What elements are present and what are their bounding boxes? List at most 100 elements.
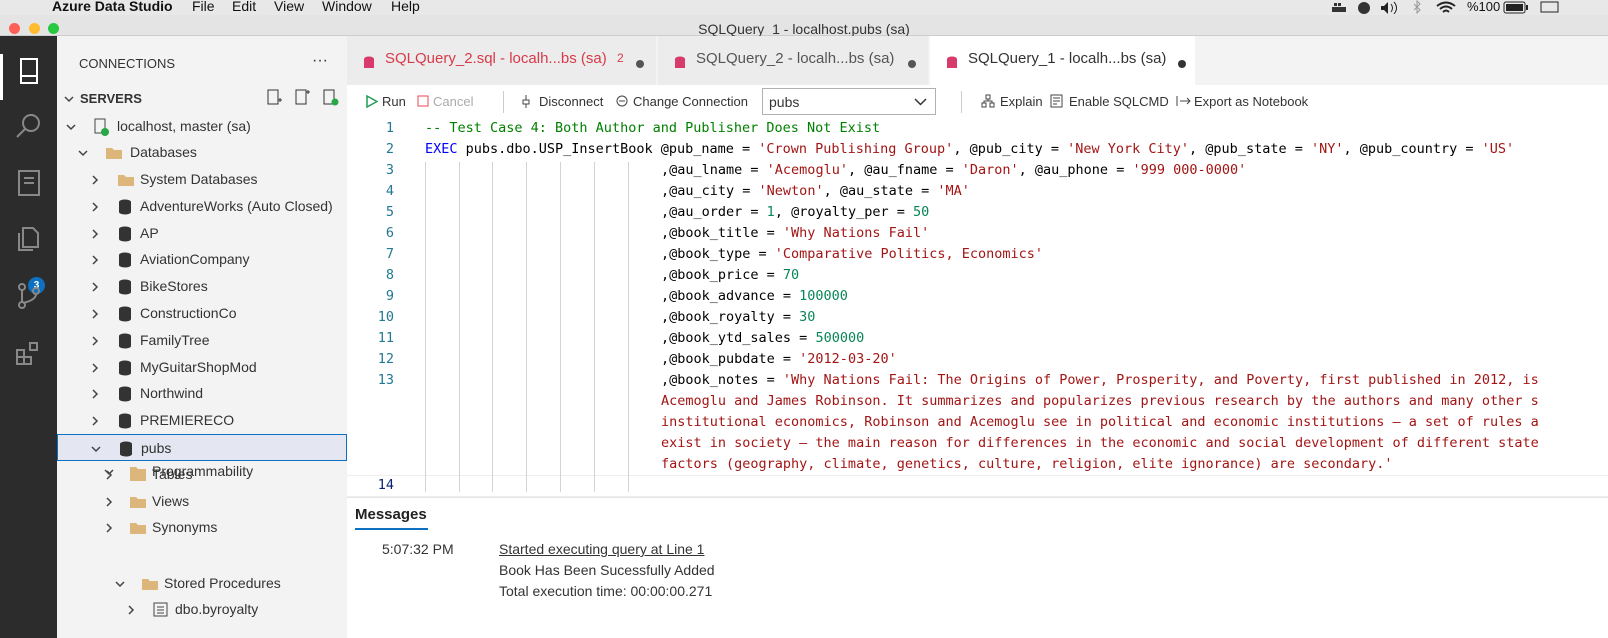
database-icon bbox=[119, 386, 131, 402]
database-file-icon bbox=[364, 56, 374, 68]
database-node[interactable]: AviationCompany bbox=[57, 246, 347, 273]
change-connection-icon[interactable] bbox=[615, 94, 629, 108]
chevron-right-icon[interactable] bbox=[89, 308, 101, 320]
chevron-right-icon[interactable] bbox=[89, 415, 101, 427]
explorer-icon[interactable] bbox=[14, 224, 44, 254]
battery-icon[interactable] bbox=[1503, 1, 1529, 14]
unsaved-dot-icon[interactable] bbox=[1178, 60, 1186, 68]
connections-icon[interactable] bbox=[14, 56, 44, 86]
database-node[interactable]: MyGuitarShopMod bbox=[57, 354, 347, 381]
menu-edit[interactable]: Edit bbox=[232, 0, 256, 14]
database-file-icon bbox=[947, 56, 957, 68]
run-button[interactable]: Run bbox=[382, 94, 406, 109]
source-control-icon[interactable] bbox=[14, 281, 44, 311]
menu-view[interactable]: View bbox=[274, 0, 304, 14]
chevron-right-icon[interactable] bbox=[103, 522, 115, 534]
chevron-right-icon[interactable] bbox=[89, 174, 101, 186]
unsaved-dot-icon[interactable] bbox=[908, 60, 916, 68]
chevron-down-icon[interactable] bbox=[63, 93, 75, 105]
servers-header[interactable]: SERVERS bbox=[80, 91, 142, 106]
tab-sqlquery-2-sql[interactable]: SQLQuery_2.sql - localh...bs (sa) 2 bbox=[347, 36, 657, 85]
chevron-down-icon[interactable] bbox=[103, 466, 115, 478]
database-select[interactable]: pubs bbox=[762, 88, 936, 115]
export-icon[interactable] bbox=[1176, 95, 1192, 107]
code-editor[interactable]: 1 2 3 4 5 6 7 8 9 10 11 12 13 14 -- Test Case 4: Both… bbox=[347, 118, 1608, 497]
more-actions-button[interactable]: ··· bbox=[312, 52, 328, 70]
menu-file[interactable]: File bbox=[192, 0, 215, 14]
programmability-label: Programmability bbox=[152, 463, 254, 479]
disconnect-icon[interactable] bbox=[520, 94, 532, 109]
database-label: BikeStores bbox=[140, 278, 208, 295]
disconnect-button[interactable]: Disconnect bbox=[539, 94, 603, 109]
search-icon[interactable] bbox=[14, 111, 44, 141]
folder-icon bbox=[118, 175, 134, 186]
database-node[interactable]: AP bbox=[57, 220, 347, 247]
tab-sqlquery-2[interactable]: SQLQuery_2 - localh...bs (sa) bbox=[658, 36, 929, 85]
database-node[interactable]: PREMIERECO bbox=[57, 407, 347, 434]
database-icon bbox=[119, 199, 131, 215]
unsaved-dot-icon[interactable] bbox=[636, 60, 644, 68]
menu-window[interactable]: Window bbox=[322, 0, 372, 14]
bluetooth-icon[interactable] bbox=[1412, 0, 1422, 14]
explain-button[interactable]: Explain bbox=[1000, 94, 1043, 109]
stored-procedures-node[interactable]: Stored Procedures bbox=[57, 570, 347, 597]
code-line: ,@book_notes = 'Why Nations Fail: The Or… bbox=[661, 372, 1539, 388]
export-notebook-button[interactable]: Export as Notebook bbox=[1194, 94, 1308, 109]
docker-icon[interactable] bbox=[1330, 1, 1350, 14]
database-node[interactable]: pubs bbox=[57, 434, 347, 461]
run-icon[interactable] bbox=[366, 95, 378, 108]
pubs-child-node[interactable]: Synonyms bbox=[57, 514, 347, 541]
message-exec-time: Total execution time: 00:00:00.271 bbox=[499, 583, 713, 599]
wifi-icon[interactable] bbox=[1436, 1, 1456, 14]
evernote-icon[interactable] bbox=[1356, 1, 1372, 14]
cancel-icon[interactable] bbox=[417, 95, 429, 107]
chevron-right-icon[interactable] bbox=[89, 201, 101, 213]
database-node[interactable]: BikeStores bbox=[57, 273, 347, 300]
screen-mirror-icon[interactable] bbox=[1540, 1, 1560, 14]
database-node[interactable]: System Databases bbox=[57, 166, 347, 193]
notebook-icon[interactable] bbox=[14, 168, 44, 198]
menu-help[interactable]: Help bbox=[391, 0, 420, 14]
cancel-button[interactable]: Cancel bbox=[433, 94, 473, 109]
enable-sqlcmd-button[interactable]: Enable SQLCMD bbox=[1069, 94, 1169, 109]
explain-icon[interactable] bbox=[981, 94, 995, 108]
new-connection-icon[interactable] bbox=[265, 88, 283, 106]
procedure-node[interactable]: dbo.byroyalty bbox=[57, 596, 347, 623]
app-menu[interactable]: Azure Data Studio bbox=[52, 0, 173, 14]
programmability-node[interactable]: Programmability bbox=[57, 458, 347, 485]
chevron-down-icon[interactable] bbox=[114, 578, 126, 590]
chevron-down-icon[interactable] bbox=[65, 121, 77, 133]
active-connections-icon[interactable] bbox=[321, 88, 339, 106]
tab-sqlquery-1[interactable]: SQLQuery_1 - localh...bs (sa) bbox=[930, 36, 1196, 85]
folder-icon bbox=[142, 579, 158, 590]
chevron-down-icon[interactable] bbox=[90, 443, 102, 455]
sqlcmd-icon[interactable] bbox=[1050, 94, 1063, 108]
chevron-right-icon[interactable] bbox=[89, 335, 101, 347]
chevron-right-icon[interactable] bbox=[89, 254, 101, 266]
database-node[interactable]: FamilyTree bbox=[57, 327, 347, 354]
chevron-right-icon[interactable] bbox=[89, 228, 101, 240]
chevron-right-icon[interactable] bbox=[89, 362, 101, 374]
volume-icon[interactable] bbox=[1380, 1, 1400, 14]
chevron-right-icon[interactable] bbox=[103, 496, 115, 508]
message-link[interactable]: Started executing query at Line 1 bbox=[499, 541, 704, 557]
server-node[interactable]: localhost, master (sa) bbox=[57, 113, 347, 140]
database-node[interactable]: AdventureWorks (Auto Closed) bbox=[57, 193, 347, 220]
new-server-group-icon[interactable] bbox=[293, 88, 311, 106]
chevron-right-icon[interactable] bbox=[89, 281, 101, 293]
messages-tab[interactable]: Messages bbox=[355, 506, 427, 523]
databases-node[interactable]: Databases bbox=[57, 139, 347, 166]
database-node[interactable]: Northwind bbox=[57, 380, 347, 407]
chevron-right-icon[interactable] bbox=[125, 604, 137, 616]
line-number: 6 bbox=[385, 225, 394, 241]
database-node[interactable]: ConstructionCo bbox=[57, 300, 347, 327]
extensions-icon[interactable] bbox=[14, 338, 44, 368]
chevron-right-icon[interactable] bbox=[89, 388, 101, 400]
chevron-down-icon[interactable] bbox=[77, 147, 89, 159]
message-time: 5:07:32 PM bbox=[382, 541, 454, 557]
pubs-child-node[interactable]: Views bbox=[57, 488, 347, 515]
code-line: ,@au_city = 'Newton', @au_state = 'MA' bbox=[661, 183, 970, 199]
messages-tab-underline bbox=[355, 528, 428, 530]
change-connection-button[interactable]: Change Connection bbox=[633, 94, 748, 109]
sidebar-title: CONNECTIONS bbox=[79, 56, 176, 71]
